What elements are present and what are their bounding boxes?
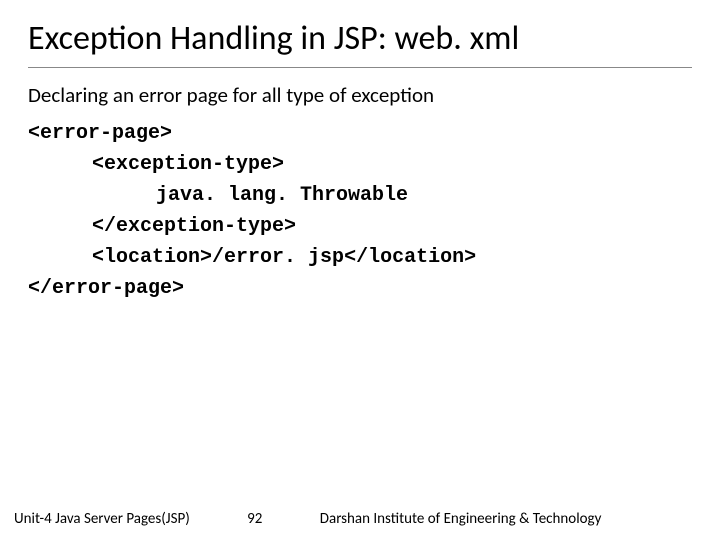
code-block: <error-page> <exception-type> java. lang…: [28, 118, 692, 304]
footer-right: Darshan Institute of Engineering & Techn…: [320, 510, 710, 528]
code-tag: <location>: [92, 246, 212, 269]
slide-title: Exception Handling in JSP: web. xml: [28, 18, 692, 68]
page-number: 92: [190, 510, 320, 528]
code-line: </error-page>: [28, 277, 184, 300]
code-tag: </location>: [344, 246, 476, 269]
code-line: java. lang. Throwable: [156, 184, 408, 207]
code-text: /error. jsp: [212, 246, 344, 269]
code-line: </exception-type>: [92, 215, 296, 238]
slide-subtitle: Declaring an error page for all type of …: [28, 82, 692, 108]
footer-left: Unit-4 Java Server Pages(JSP): [10, 510, 190, 528]
code-line: <exception-type>: [92, 153, 284, 176]
footer: Unit-4 Java Server Pages(JSP) 92 Darshan…: [0, 510, 720, 528]
code-line: <error-page>: [28, 122, 172, 145]
